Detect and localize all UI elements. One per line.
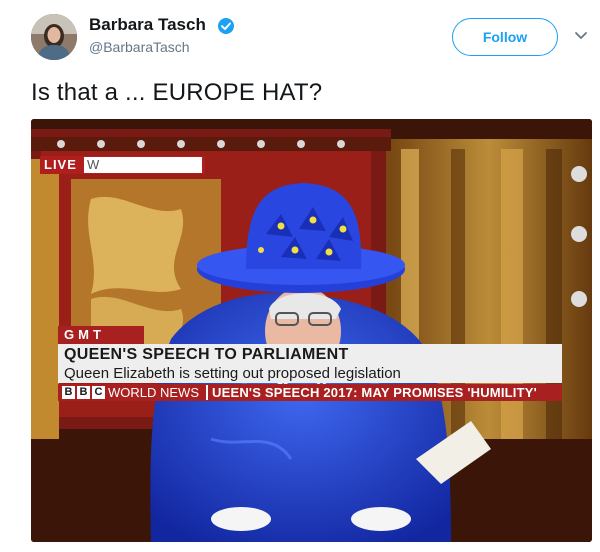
bbc-letter: B <box>77 386 90 399</box>
ticker-text: UEEN'S SPEECH 2017: MAY PROMISES 'HUMILI… <box>212 385 537 400</box>
channel-name: WORLD NEWS <box>108 385 199 400</box>
verified-badge-icon <box>218 18 234 34</box>
tweet-card: Barbara Tasch @BarbaraTasch Follow Is th… <box>0 0 600 552</box>
avatar-image <box>31 14 77 60</box>
broadcast-headline: QUEEN'S SPEECH TO PARLIAMENT <box>64 346 349 363</box>
author-handle[interactable]: @BarbaraTasch <box>89 39 190 55</box>
follow-button[interactable]: Follow <box>452 18 558 56</box>
bbc-logo: B B C <box>62 386 105 399</box>
ticker-separator <box>206 385 208 400</box>
tweet-text: Is that a ... EUROPE HAT? <box>31 79 323 106</box>
author-name[interactable]: Barbara Tasch <box>89 15 206 35</box>
gmt-label: GMT <box>58 326 144 344</box>
bbc-letter: C <box>92 386 105 399</box>
live-label: LIVE <box>44 157 77 172</box>
chevron-down-icon[interactable] <box>574 31 588 41</box>
live-partial-text: W <box>84 157 202 173</box>
avatar[interactable] <box>31 14 77 60</box>
broadcast-subline: Queen Elizabeth is setting out proposed … <box>64 365 401 382</box>
bbc-letter: B <box>62 386 75 399</box>
